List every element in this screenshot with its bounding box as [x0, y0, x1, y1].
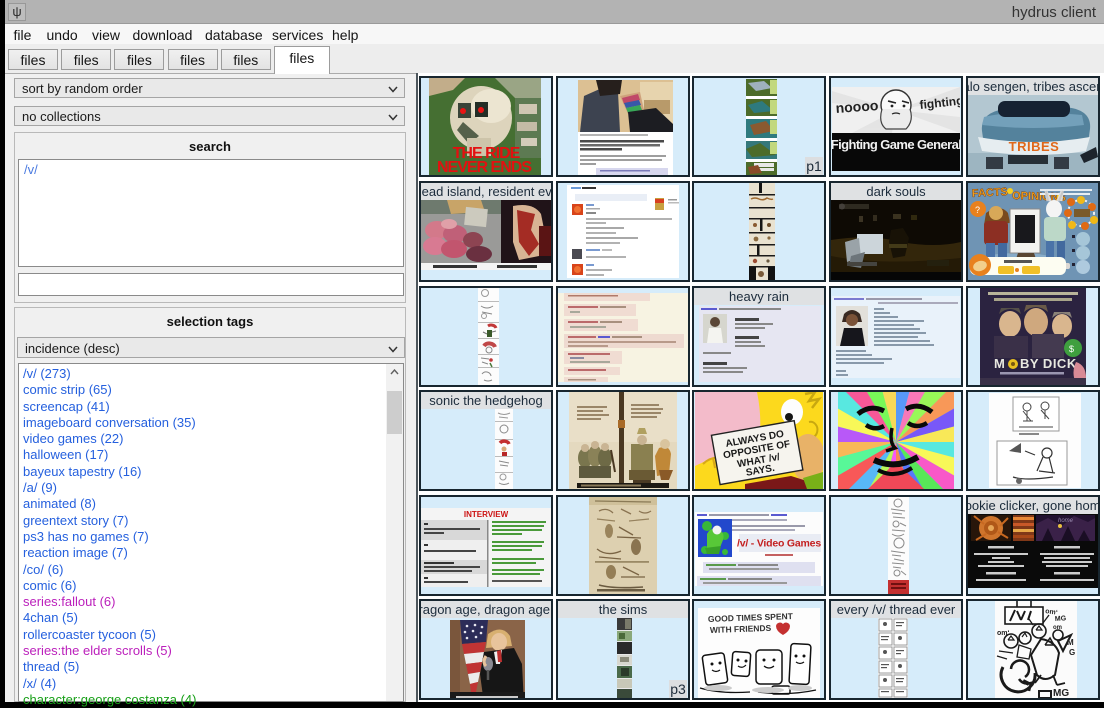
svg-text:BY DICK: BY DICK: [1020, 356, 1077, 371]
svg-text:om: om: [1053, 625, 1062, 631]
svg-text:omʻ: omʻ: [997, 629, 1010, 637]
svg-text:M: M: [1067, 638, 1074, 647]
svg-text:/v/ - Video Games: /v/ - Video Games: [737, 537, 821, 549]
svg-text:G: G: [1069, 648, 1075, 657]
svg-text:MG: MG: [1055, 615, 1067, 623]
svg-text:NEVER ENDS: NEVER ENDS: [437, 159, 532, 175]
svg-text:?: ?: [975, 205, 980, 215]
svg-text:$: $: [1069, 344, 1074, 354]
svg-text:Fighting Game General: Fighting Game General: [832, 137, 960, 152]
svg-text:M: M: [994, 356, 1005, 371]
svg-text:MG: MG: [1053, 688, 1069, 698]
svg-text:home: home: [1058, 518, 1074, 524]
svg-text:TRIBES: TRIBES: [1009, 139, 1060, 154]
svg-text:noooo: noooo: [835, 97, 879, 116]
svg-text:FACTS: FACTS: [972, 186, 1009, 200]
svg-text:INTERVIEW: INTERVIEW: [464, 510, 509, 519]
